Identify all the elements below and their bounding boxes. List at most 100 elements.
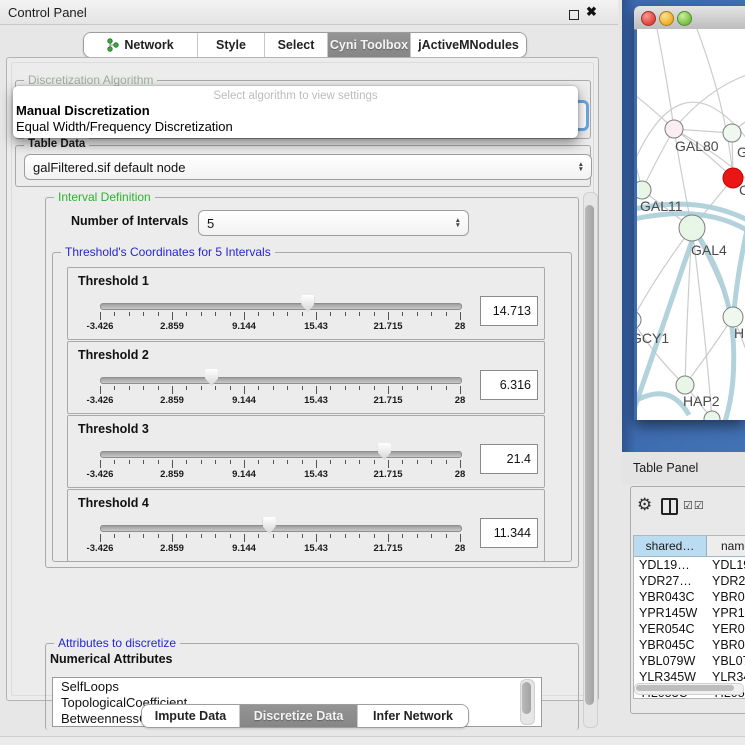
tab-jactivemnodules[interactable]: jActiveMNodules — [411, 33, 526, 57]
tick-mark — [143, 386, 144, 390]
cell-name: YBR04 — [707, 589, 745, 605]
attributes-list-scrollbar[interactable] — [520, 679, 535, 725]
tick-mark — [244, 460, 245, 468]
columns-icon[interactable] — [661, 498, 678, 515]
threshold-value-input[interactable]: 21.4 — [480, 444, 538, 474]
tab-cyni-toolbox[interactable]: Cyni Toolbox — [328, 33, 411, 57]
table-row[interactable]: YDL19…YDL19 — [634, 557, 745, 573]
threshold-slider-track[interactable] — [100, 525, 462, 532]
network-node-gal4[interactable] — [679, 215, 705, 241]
tick-label: 2.859 — [160, 321, 184, 332]
tick-label: 9.144 — [232, 395, 256, 406]
table-data-value: galFiltered.sif default node — [33, 160, 185, 175]
tick-label: 2.859 — [160, 469, 184, 480]
scrollbar-thumb[interactable] — [636, 685, 734, 691]
scrollbar-thumb[interactable] — [522, 682, 531, 714]
network-node[interactable] — [723, 124, 741, 142]
tick-mark — [158, 312, 159, 316]
table-row[interactable]: YER054CYER05 — [634, 621, 745, 637]
tick-mark — [100, 460, 101, 468]
tick-mark — [172, 460, 173, 468]
tick-mark — [402, 460, 403, 464]
tick-label: 28 — [455, 543, 466, 554]
table-row[interactable]: YBR043CYBR04 — [634, 589, 745, 605]
threshold-slider-track[interactable] — [100, 303, 462, 310]
tick-mark — [273, 386, 274, 390]
threshold-panel-2: Threshold 2-3.4262.8599.14415.4321.71528… — [67, 341, 545, 414]
scrollbar-thumb[interactable] — [585, 205, 594, 705]
tick-label: 21.715 — [373, 395, 402, 406]
tab-infer-network[interactable]: Infer Network — [358, 705, 468, 727]
cell-name: YDR27 — [707, 573, 745, 589]
network-node-gcy1[interactable] — [637, 311, 641, 329]
gear-icon[interactable]: ⚙ — [637, 495, 652, 515]
tick-mark — [374, 460, 375, 464]
tick-mark — [172, 386, 173, 394]
tab-style[interactable]: Style — [198, 33, 265, 57]
tick-mark — [388, 312, 389, 320]
tab-label: Style — [216, 38, 246, 52]
tick-mark — [345, 312, 346, 316]
threshold-value-input[interactable]: 14.713 — [480, 296, 538, 326]
tick-mark — [460, 534, 461, 542]
tick-mark — [287, 386, 288, 390]
tick-mark — [345, 534, 346, 538]
tick-mark — [201, 460, 202, 464]
tick-mark — [258, 386, 259, 390]
threshold-slider-track[interactable] — [100, 377, 462, 384]
tick-mark — [172, 534, 173, 542]
network-node-hap2[interactable] — [676, 376, 694, 394]
tick-mark — [215, 312, 216, 316]
tab-discretize-data[interactable]: Discretize Data — [240, 705, 358, 727]
tick-mark — [316, 460, 317, 468]
tick-label: -3.426 — [87, 469, 114, 480]
tab-label: Infer Network — [373, 709, 453, 723]
network-canvas[interactable]: GAL80GAL11GAL4GCY1HAP2GACH — [637, 29, 745, 420]
table-data-combobox[interactable]: galFiltered.sif default node ▲▼ — [24, 154, 592, 180]
table-h-scrollbar[interactable] — [634, 683, 744, 695]
tab-impute-data[interactable]: Impute Data — [142, 705, 240, 727]
threshold-panel-1: Threshold 1-3.4262.8599.14415.4321.71528… — [67, 267, 545, 340]
cell-name: YDL19 — [707, 557, 745, 573]
tab-select[interactable]: Select — [265, 33, 328, 57]
num-intervals-combobox[interactable]: 5 ▲▼ — [198, 210, 469, 236]
column-header-name[interactable]: name — [707, 536, 745, 556]
tab-network[interactable]: Network — [84, 33, 198, 57]
num-intervals-value: 5 — [207, 216, 214, 231]
table-panel: ⚙ ☑☑ shared…nameYDL19…YDL19YDR27…YDR27YB… — [630, 486, 745, 714]
zoom-traffic-light[interactable] — [677, 11, 692, 26]
network-window-titlebar[interactable] — [634, 6, 745, 30]
threshold-slider-track[interactable] — [100, 451, 462, 458]
algorithm-option-equal[interactable]: Equal Width/Frequency Discretization — [16, 119, 233, 134]
network-node-gal80[interactable] — [665, 120, 683, 138]
tick-label: -3.426 — [87, 321, 114, 332]
float-window-icon[interactable] — [569, 10, 579, 20]
select-columns-icon[interactable]: ☑☑ — [683, 499, 705, 512]
network-node[interactable] — [723, 307, 743, 327]
close-icon[interactable]: ✖ — [586, 4, 597, 20]
list-item[interactable]: SelfLoops — [53, 678, 541, 694]
minimize-traffic-light[interactable] — [659, 11, 674, 26]
network-node-gal11[interactable] — [637, 181, 651, 199]
table-row[interactable]: YBR045CYBR04 — [634, 637, 745, 653]
settings-scrollbar[interactable] — [583, 192, 598, 728]
attributes-group-title: Attributes to discretize — [54, 636, 180, 650]
tick-label: 28 — [455, 469, 466, 480]
cell-shared-name: YDL19… — [634, 557, 707, 573]
close-traffic-light[interactable] — [641, 11, 656, 26]
table-row[interactable]: YPR145WYPR14 — [634, 605, 745, 621]
column-header-shared-name[interactable]: shared… — [634, 536, 707, 556]
threshold-value-input[interactable]: 6.316 — [480, 370, 538, 400]
thresholds-group-title: Threshold's Coordinates for 5 Intervals — [61, 245, 275, 259]
tick-mark — [446, 534, 447, 538]
threshold-value-input[interactable]: 11.344 — [480, 518, 538, 548]
node-attribute-table[interactable]: shared…nameYDL19…YDL19YDR27…YDR27YBR043C… — [633, 535, 745, 699]
table-row[interactable]: YBL079WYBL07 — [634, 653, 745, 669]
algorithm-option-manual[interactable]: Manual Discretization — [16, 103, 150, 118]
tick-mark — [431, 312, 432, 316]
tick-label: 2.859 — [160, 543, 184, 554]
algorithm-group-title: Discretization Algorithm — [24, 73, 157, 87]
table-row[interactable]: YDR27…YDR27 — [634, 573, 745, 589]
tick-mark — [460, 460, 461, 468]
tab-label: Impute Data — [155, 709, 227, 723]
